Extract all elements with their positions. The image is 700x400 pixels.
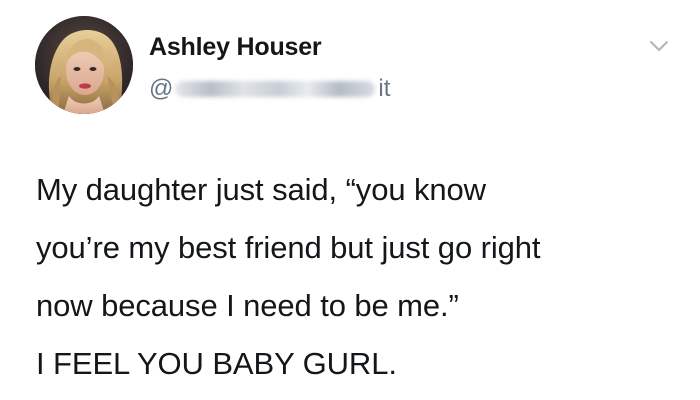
chevron-down-icon[interactable] — [648, 38, 670, 54]
handle-redaction — [175, 81, 376, 97]
tweet-text: My daughter just said, “you know you’re … — [36, 172, 541, 381]
handle-prefix: @ — [149, 75, 174, 102]
avatar[interactable] — [35, 16, 133, 114]
tweet-card: Ashley Houser @ it My daughter just said… — [0, 0, 700, 400]
user-handle[interactable]: @ it — [149, 74, 390, 104]
profile-photo-icon — [35, 16, 133, 114]
handle-suffix: it — [378, 75, 391, 102]
display-name[interactable]: Ashley Houser — [149, 33, 322, 62]
